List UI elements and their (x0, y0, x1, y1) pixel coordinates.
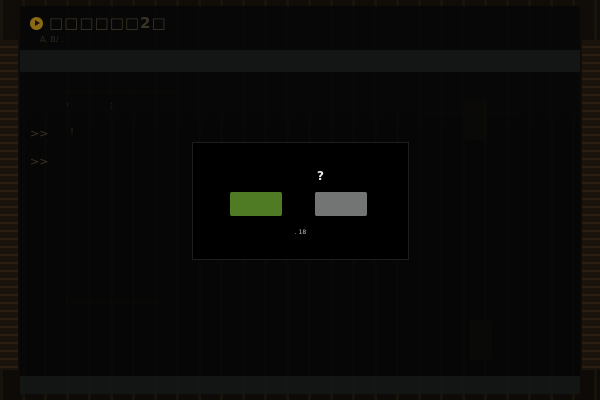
footer-bar (20, 376, 580, 394)
window-frame-left (0, 40, 18, 370)
page-subtitle: A. B/ . (40, 35, 64, 44)
page-title: □□□□□□2□ (49, 14, 167, 32)
dialog-question: ? (317, 169, 324, 183)
log-mark: ! (70, 127, 75, 138)
cancel-button[interactable] (315, 192, 367, 216)
log-mark: : (110, 100, 114, 111)
header-bar (20, 50, 580, 72)
dialog-question-row: ? (193, 165, 408, 184)
log-prompt: >> (30, 155, 49, 168)
window-frame-right (582, 40, 600, 370)
dialog-counter: . 18 (294, 229, 307, 236)
play-circle-icon[interactable] (30, 16, 43, 30)
log-prompt: >> (30, 127, 49, 140)
confirm-button[interactable] (230, 192, 282, 216)
confirm-dialog: ? . 18 (192, 142, 409, 260)
title-row: □□□□□□2□ (30, 14, 167, 32)
log-mark: ' (66, 102, 69, 113)
